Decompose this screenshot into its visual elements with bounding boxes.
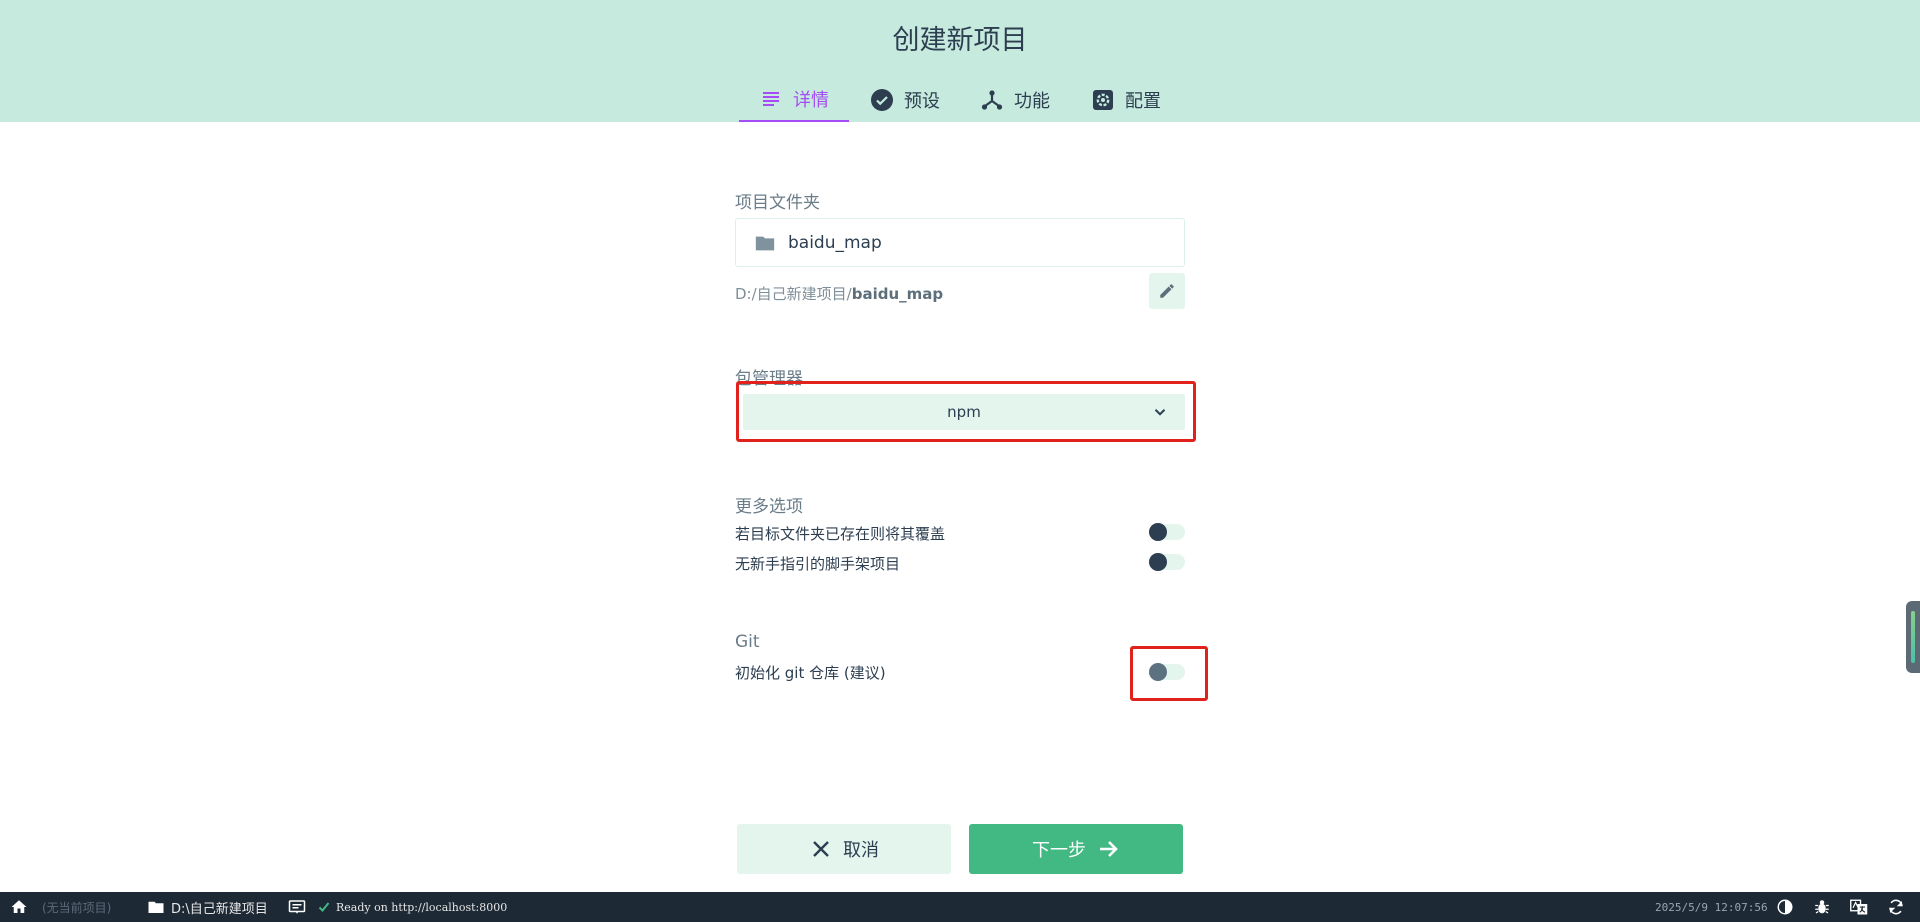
option-no-guide-label: 无新手指引的脚手架项目: [735, 555, 901, 573]
server-status-text: Ready on http://localhost:8000: [336, 900, 508, 914]
tab-presets[interactable]: 预设: [849, 78, 961, 122]
current-project[interactable]: (无当前项目): [42, 892, 111, 922]
refresh-button[interactable]: [1887, 892, 1905, 922]
option-overwrite-toggle[interactable]: [1149, 523, 1185, 541]
contrast-icon: [1776, 898, 1794, 916]
folder-icon: [147, 898, 165, 916]
edit-path-button[interactable]: [1149, 273, 1185, 309]
tab-features[interactable]: 功能: [961, 78, 1069, 122]
package-manager-label: 包管理器: [735, 369, 803, 389]
status-bar: (无当前项目) D:\自己新建项目 Ready on http://localh…: [0, 892, 1920, 922]
next-button[interactable]: 下一步: [969, 824, 1183, 874]
git-init-toggle[interactable]: [1149, 663, 1185, 681]
tab-details-label: 详情: [793, 90, 829, 111]
server-status: Ready on http://localhost:8000: [318, 892, 507, 922]
chevron-down-icon: [1151, 403, 1169, 421]
folder-shortcut[interactable]: D:\自己新建项目: [147, 892, 268, 922]
fork-icon: [980, 88, 1004, 112]
package-manager-value: npm: [947, 403, 981, 421]
arrow-right-icon: [1096, 837, 1120, 861]
path-prefix: D:/自己新建项目/: [735, 285, 852, 303]
tab-details[interactable]: 详情: [739, 78, 849, 122]
tab-features-label: 功能: [1014, 91, 1050, 112]
git-label: Git: [735, 632, 760, 652]
close-icon: [809, 837, 833, 861]
folder-label: 项目文件夹: [735, 193, 820, 213]
folder-input[interactable]: baidu_map: [735, 218, 1185, 267]
pencil-icon: [1158, 282, 1176, 300]
package-manager-select[interactable]: npm: [743, 394, 1185, 430]
option-no-guide-toggle[interactable]: [1149, 553, 1185, 571]
side-widget-bar: [1911, 611, 1915, 663]
tab-bar: 详情 预设 功能 配置: [739, 78, 1183, 122]
toggle-knob: [1149, 663, 1167, 681]
folder-icon: [754, 232, 776, 254]
gear-icon: [1091, 88, 1115, 112]
side-widget-handle[interactable]: [1906, 601, 1920, 673]
tab-config-label: 配置: [1125, 91, 1161, 112]
next-button-label: 下一步: [1032, 840, 1086, 861]
console-icon: [288, 898, 306, 916]
bug-icon: [1813, 898, 1831, 916]
cancel-button-label: 取消: [843, 840, 879, 861]
git-init-label: 初始化 git 仓库 (建议): [735, 664, 886, 682]
folder-path: D:\自己新建项目: [171, 901, 268, 917]
toggle-knob: [1149, 553, 1167, 571]
cancel-button[interactable]: 取消: [737, 824, 951, 874]
translate-button[interactable]: [1850, 892, 1868, 922]
option-overwrite-label: 若目标文件夹已存在则将其覆盖: [735, 525, 946, 543]
home-button[interactable]: [10, 892, 28, 922]
more-options-label: 更多选项: [735, 497, 803, 517]
home-icon: [10, 898, 28, 916]
check-circle-icon: [870, 88, 894, 112]
theme-toggle-button[interactable]: [1776, 892, 1794, 922]
status-datetime: 2025/5/9 12:07:56: [1655, 900, 1768, 914]
tab-config[interactable]: 配置: [1069, 78, 1183, 122]
refresh-icon: [1887, 898, 1905, 916]
list-icon: [759, 87, 783, 111]
tab-presets-label: 预设: [904, 91, 940, 112]
toggle-knob: [1149, 523, 1167, 541]
console-button[interactable]: [288, 892, 306, 922]
checkmark-icon: [318, 901, 330, 913]
page-title: 创建新项目: [892, 25, 1028, 56]
path-name: baidu_map: [851, 285, 944, 303]
project-path: D:/自己新建项目/baidu_map: [735, 283, 943, 304]
bug-report-button[interactable]: [1813, 892, 1831, 922]
folder-input-value: baidu_map: [788, 232, 882, 253]
translate-icon: [1850, 898, 1868, 916]
header: 创建新项目 详情 预设 功能 配置: [0, 0, 1920, 122]
